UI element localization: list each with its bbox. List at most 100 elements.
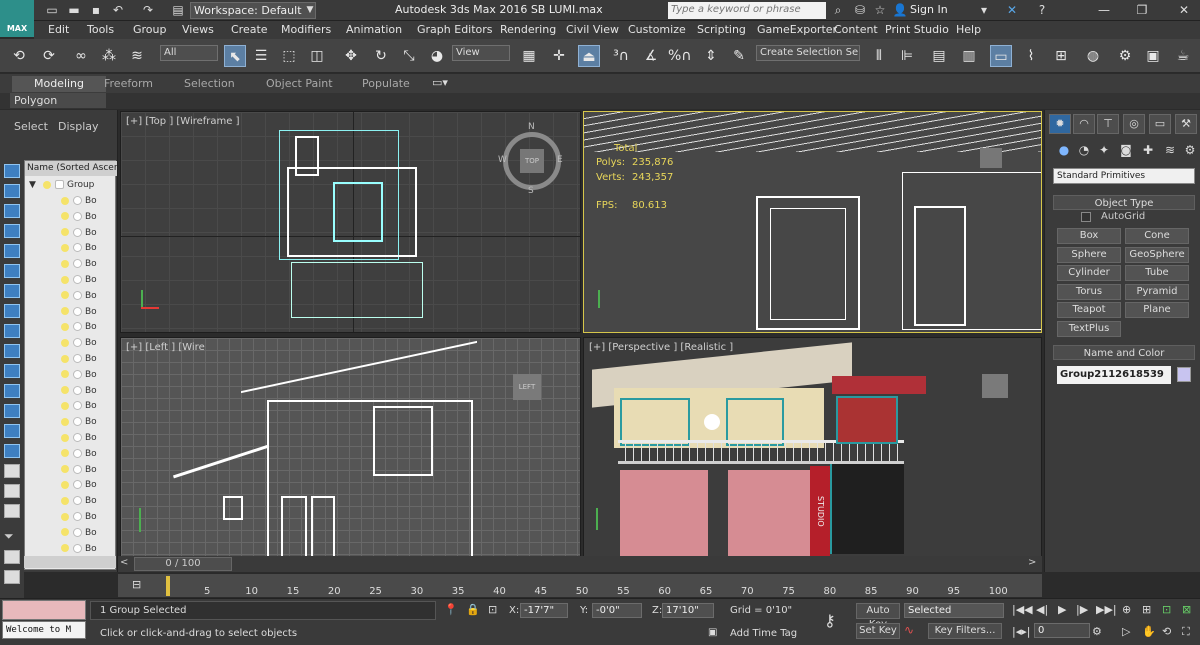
shapes-category-icon[interactable]: ◔ [1075, 143, 1093, 159]
list-item[interactable]: Bo [25, 478, 115, 494]
next-key-icon[interactable]: |▶ [1076, 603, 1088, 616]
close-icon[interactable]: ✕ [1176, 2, 1192, 18]
visibility-icon[interactable] [73, 259, 82, 269]
cone-button[interactable]: Cone [1125, 228, 1189, 244]
viewcube-icon[interactable] [982, 374, 1008, 398]
zoom-all-icon[interactable]: ⊞ [1142, 603, 1151, 616]
select-and-rotate-icon[interactable]: ↻ [370, 45, 392, 67]
filter-cameras-icon[interactable] [4, 224, 20, 238]
key-mode-dropdown[interactable]: Selected [904, 603, 1004, 618]
select-and-scale-icon[interactable]: ⤡ [398, 45, 420, 67]
time-slider[interactable]: 0 / 100 [118, 556, 1042, 572]
project-folder-icon[interactable]: ▤ [170, 2, 186, 18]
filter-lights-icon[interactable] [4, 204, 20, 218]
list-item[interactable]: Bo [25, 526, 115, 542]
sphere-button[interactable]: Sphere [1057, 247, 1121, 263]
visibility-icon[interactable] [73, 385, 82, 395]
light-bulb-icon[interactable] [61, 449, 69, 458]
select-and-link-icon[interactable]: ∞ [70, 45, 92, 67]
explorer-tab-select[interactable]: Select [14, 120, 48, 133]
filter-spacewarps-icon[interactable] [4, 264, 20, 278]
visibility-icon[interactable] [73, 306, 82, 316]
list-item[interactable]: Bo [25, 210, 115, 226]
z-coordinate-input[interactable]: 17'10" [662, 603, 714, 618]
spacewarps-category-icon[interactable]: ≋ [1161, 143, 1179, 159]
mirror-icon[interactable]: ⫴ [868, 45, 890, 67]
list-item[interactable]: Bo [25, 368, 115, 384]
filter-invert-icon[interactable] [4, 444, 20, 458]
select-and-place-icon[interactable]: ◕ [426, 45, 448, 67]
menu-animation[interactable]: Animation [346, 23, 402, 36]
filter-hidden-icon[interactable] [4, 384, 20, 398]
list-item[interactable]: Bo [25, 447, 115, 463]
light-bulb-icon[interactable] [61, 212, 69, 221]
exchange-icon[interactable]: ✕ [1004, 2, 1020, 18]
hierarchy-tab-icon[interactable]: ⊤ [1097, 114, 1119, 134]
explorer-object-list[interactable]: Name (Sorted Ascen ▼ Group Bo Bo Bo Bo Bo Bo Bo… [24, 160, 117, 570]
snaps-toggle-icon[interactable]: ³∩ [610, 45, 632, 67]
visibility-icon[interactable] [73, 290, 82, 300]
unlink-icon[interactable]: ⁂ [98, 45, 120, 67]
menu-group[interactable]: Group [133, 23, 167, 36]
visibility-icon[interactable] [73, 196, 82, 205]
minimize-icon[interactable]: — [1096, 2, 1112, 18]
time-slider-knob[interactable]: 0 / 100 [134, 557, 232, 571]
undo-small-icon[interactable]: ↶ [110, 2, 126, 18]
visibility-icon[interactable] [73, 243, 82, 253]
visibility-icon[interactable] [73, 448, 82, 458]
next-frame-icon[interactable]: > [1028, 557, 1040, 571]
spinner-snap-icon[interactable]: ⇕ [700, 45, 722, 67]
curve-editor-icon[interactable]: ⌇ [1020, 45, 1042, 67]
light-bulb-icon[interactable] [61, 496, 69, 505]
menu-scripting[interactable]: Scripting [697, 23, 746, 36]
filter-xrefs-icon[interactable] [4, 304, 20, 318]
restore-icon[interactable]: ❐ [1134, 2, 1150, 18]
open-file-icon[interactable]: ▬ [66, 2, 82, 18]
align-icon[interactable]: ⊫ [896, 45, 918, 67]
mini-curve-editor-icon[interactable]: ⊟ [132, 578, 146, 592]
list-item[interactable]: Bo [25, 273, 115, 289]
sign-in-button[interactable]: Sign In [910, 3, 948, 16]
current-frame-input[interactable]: 0 [1034, 623, 1090, 638]
add-time-tag-button[interactable]: Add Time Tag [730, 628, 797, 639]
visibility-icon[interactable] [73, 338, 82, 348]
menu-tools[interactable]: Tools [87, 23, 114, 36]
list-item[interactable]: Bo [25, 257, 115, 273]
menu-gameexporter[interactable]: GameExporter [757, 23, 837, 36]
zoom-extents-all-icon[interactable]: ⊠ [1182, 603, 1191, 616]
light-bulb-icon[interactable] [61, 322, 69, 331]
render-teapot-icon[interactable]: ☕ [1172, 45, 1194, 67]
menu-create[interactable]: Create [231, 23, 268, 36]
box-button[interactable]: Box [1057, 228, 1121, 244]
light-bulb-icon[interactable] [61, 275, 69, 284]
menu-views[interactable]: Views [182, 23, 214, 36]
list-item[interactable]: Bo [25, 320, 115, 336]
light-bulb-icon[interactable] [61, 480, 69, 489]
ribbon-tab-populate[interactable]: Populate [362, 77, 410, 90]
light-bulb-icon[interactable] [61, 307, 69, 316]
app-logo-button[interactable]: MAX [0, 0, 34, 37]
list-item[interactable]: Bo [25, 463, 115, 479]
scene-explorer-toggle-icon[interactable]: ▤ [928, 45, 950, 67]
named-selection-dropdown[interactable]: Create Selection Se [756, 45, 860, 61]
select-manipulate-icon[interactable]: ✛ [548, 45, 570, 67]
viewport-label[interactable]: [+] [Top ] [Wireframe ] [126, 116, 240, 127]
object-name-input[interactable]: Group2112618539 [1057, 366, 1171, 384]
plane-button[interactable]: Plane [1125, 302, 1189, 318]
subscription-icon[interactable]: ⛁ [852, 2, 868, 18]
menu-content[interactable]: Content [834, 23, 878, 36]
filter-helpers-icon[interactable] [4, 244, 20, 258]
viewcube-icon[interactable] [980, 148, 1002, 168]
list-item[interactable]: Bo [25, 415, 115, 431]
light-bulb-icon[interactable] [61, 433, 69, 442]
play-icon[interactable]: ▶ [1058, 603, 1066, 616]
light-bulb-icon[interactable] [61, 338, 69, 347]
viewcube-icon[interactable]: LEFT [513, 374, 541, 400]
zoom-extents-icon[interactable]: ⊡ [1162, 603, 1171, 616]
viewport-label[interactable]: [+] [Perspective ] [Realistic ] [589, 342, 733, 353]
bind-space-warp-icon[interactable]: ≋ [126, 45, 148, 67]
filter-geometry-icon[interactable] [4, 164, 20, 178]
key-icon[interactable]: ⚷ [824, 611, 836, 630]
select-and-move-icon[interactable]: ✥ [340, 45, 362, 67]
viewport-top[interactable]: [+] [Top ] [Wireframe ] TOP N E S W [120, 111, 581, 333]
